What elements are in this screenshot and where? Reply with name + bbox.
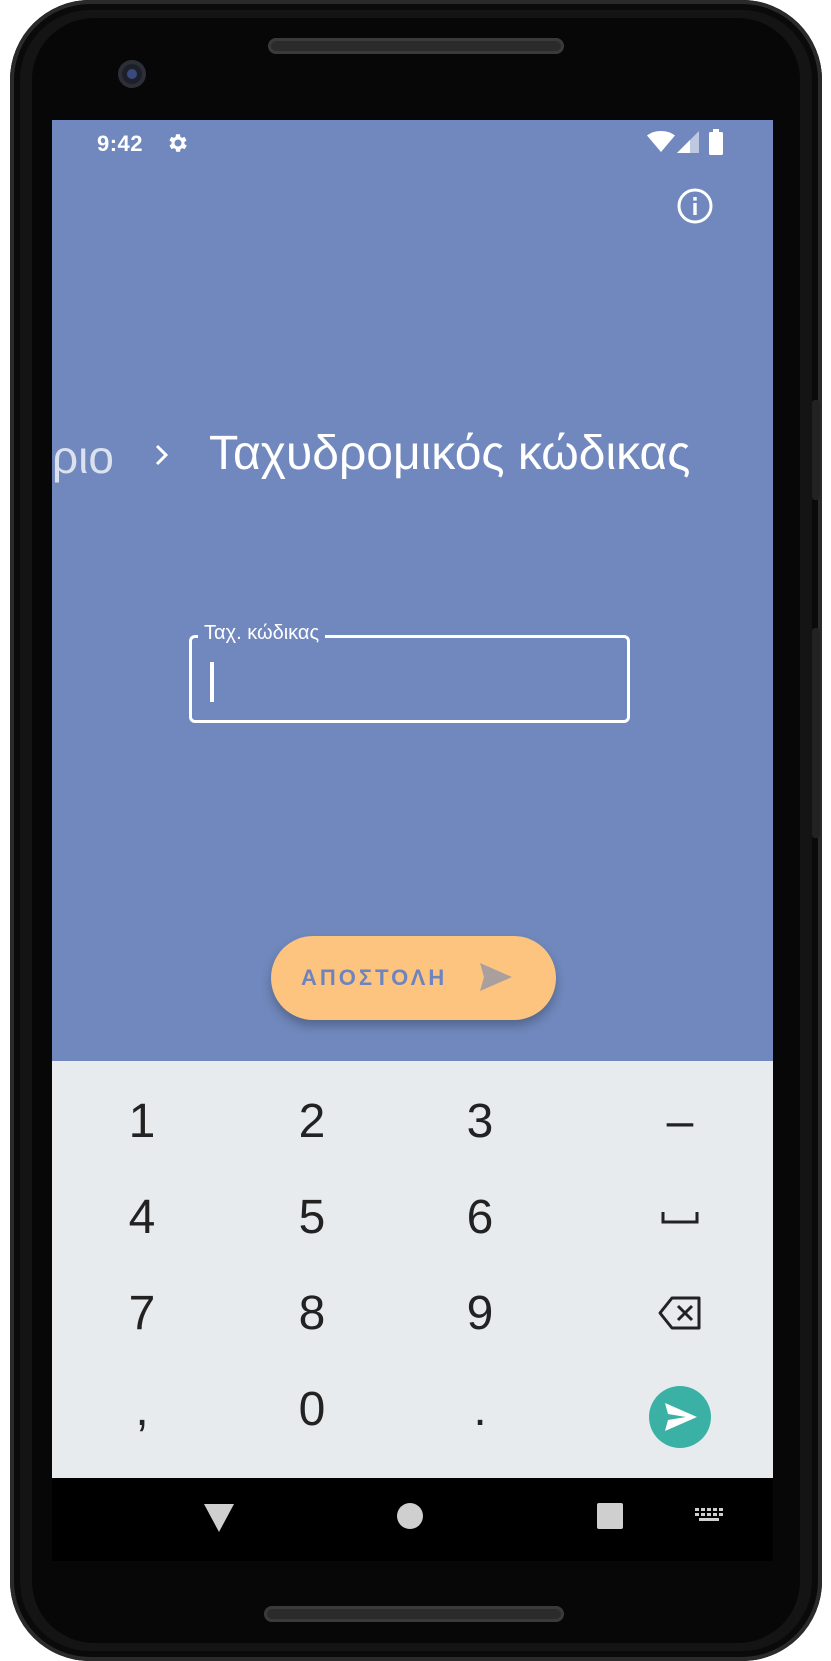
space-icon [661, 1212, 699, 1224]
key-backspace[interactable] [590, 1263, 770, 1363]
key-2[interactable]: 2 [222, 1071, 402, 1171]
recents-icon[interactable] [597, 1503, 623, 1529]
send-arrow-icon [665, 1403, 697, 1431]
home-icon[interactable] [397, 1503, 423, 1529]
signal-icon [677, 131, 699, 153]
system-nav-bar [52, 1478, 773, 1561]
gear-icon [169, 134, 187, 152]
send-button-label: ΑΠΟΣΤΟΛΗ [301, 965, 448, 990]
key-1[interactable]: 1 [52, 1071, 232, 1171]
key-comma[interactable]: , [52, 1359, 232, 1459]
back-icon[interactable] [204, 1504, 234, 1532]
battery-icon [709, 129, 723, 155]
wifi-icon [647, 131, 675, 152]
top-speaker [268, 38, 564, 54]
key-dash[interactable]: – [590, 1071, 770, 1171]
chevron-right-icon [155, 444, 169, 466]
key-6[interactable]: 6 [390, 1167, 570, 1267]
key-3[interactable]: 3 [390, 1071, 570, 1171]
power-button [812, 400, 820, 500]
key-4[interactable]: 4 [52, 1167, 232, 1267]
breadcrumb-previous: ριο [52, 431, 114, 483]
volume-button [812, 628, 820, 838]
bottom-speaker [264, 1606, 564, 1622]
key-7[interactable]: 7 [52, 1263, 232, 1363]
status-time: 9:42 [97, 131, 144, 156]
numeric-keyboard: 1 2 3 – 4 5 6 7 8 9 , 0 . [52, 1061, 773, 1478]
front-camera [118, 60, 146, 88]
backspace-icon [658, 1296, 701, 1330]
send-icon [480, 963, 512, 991]
enter-key[interactable] [649, 1386, 711, 1448]
key-8[interactable]: 8 [222, 1263, 402, 1363]
key-space[interactable] [590, 1167, 770, 1267]
info-icon[interactable] [676, 187, 714, 225]
key-5[interactable]: 5 [222, 1167, 402, 1267]
app-screen: 9:42 ριο Ταχυδρομικός κώδικας Ταχ. κώδικ… [52, 120, 773, 1561]
key-period[interactable]: . [390, 1359, 570, 1459]
page-title: Ταχυδρομικός κώδικας [209, 427, 691, 480]
send-button[interactable]: ΑΠΟΣΤΟΛΗ [271, 936, 556, 1020]
key-9[interactable]: 9 [390, 1263, 570, 1363]
key-0[interactable]: 0 [222, 1359, 402, 1459]
postal-code-label: Ταχ. κώδικας [198, 622, 326, 645]
status-bar: 9:42 [52, 120, 773, 164]
postal-code-input[interactable] [189, 635, 630, 723]
keyboard-switch-icon[interactable] [694, 1506, 724, 1526]
text-cursor [210, 662, 214, 702]
